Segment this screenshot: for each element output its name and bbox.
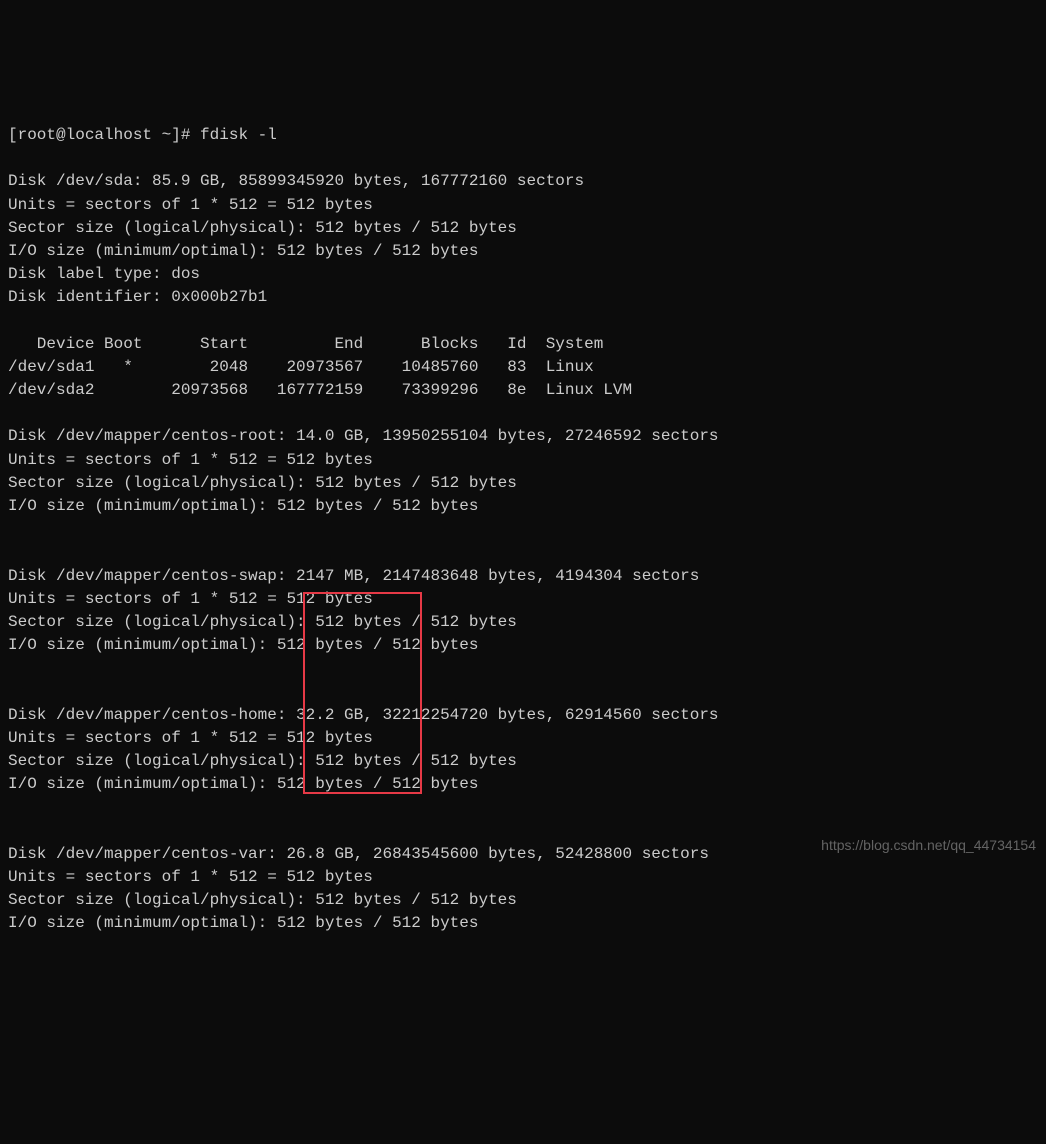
disk-swap-sector-size: Sector size (logical/physical): 512 byte…	[8, 613, 517, 631]
partition-row-sda2: /dev/sda2 20973568 167772159 73399296 8e…	[8, 381, 632, 399]
disk-sda-header: Disk /dev/sda: 85.9 GB, 85899345920 byte…	[8, 172, 584, 190]
watermark-text: https://blog.csdn.net/qq_44734154	[821, 835, 1036, 855]
disk-home-units: Units = sectors of 1 * 512 = 512 bytes	[8, 729, 373, 747]
partition-row-sda1: /dev/sda1 * 2048 20973567 10485760 83 Li…	[8, 358, 594, 376]
disk-swap-units: Units = sectors of 1 * 512 = 512 bytes	[8, 590, 373, 608]
disk-root-sector-size: Sector size (logical/physical): 512 byte…	[8, 474, 517, 492]
terminal-output: [root@localhost ~]# fdisk -l Disk /dev/s…	[8, 101, 1038, 936]
disk-home-header: Disk /dev/mapper/centos-home: 32.2 GB, 3…	[8, 706, 719, 724]
disk-root-header: Disk /dev/mapper/centos-root: 14.0 GB, 1…	[8, 427, 719, 445]
disk-root-io-size: I/O size (minimum/optimal): 512 bytes / …	[8, 497, 478, 515]
partition-table-header: Device Boot Start End Blocks Id System	[8, 335, 603, 353]
disk-sda-label-type: Disk label type: dos	[8, 265, 200, 283]
disk-sda-units: Units = sectors of 1 * 512 = 512 bytes	[8, 196, 373, 214]
disk-var-sector-size: Sector size (logical/physical): 512 byte…	[8, 891, 517, 909]
disk-swap-io-size: I/O size (minimum/optimal): 512 bytes / …	[8, 636, 478, 654]
disk-var-header: Disk /dev/mapper/centos-var: 26.8 GB, 26…	[8, 845, 709, 863]
disk-sda-sector-size: Sector size (logical/physical): 512 byte…	[8, 219, 517, 237]
disk-sda-identifier: Disk identifier: 0x000b27b1	[8, 288, 267, 306]
disk-home-sector-size: Sector size (logical/physical): 512 byte…	[8, 752, 517, 770]
disk-swap-header: Disk /dev/mapper/centos-swap: 2147 MB, 2…	[8, 567, 699, 585]
prompt-line: [root@localhost ~]# fdisk -l	[8, 126, 277, 144]
disk-var-io-size: I/O size (minimum/optimal): 512 bytes / …	[8, 914, 478, 932]
disk-var-units: Units = sectors of 1 * 512 = 512 bytes	[8, 868, 373, 886]
disk-sda-io-size: I/O size (minimum/optimal): 512 bytes / …	[8, 242, 478, 260]
disk-home-io-size: I/O size (minimum/optimal): 512 bytes / …	[8, 775, 478, 793]
disk-root-units: Units = sectors of 1 * 512 = 512 bytes	[8, 451, 373, 469]
